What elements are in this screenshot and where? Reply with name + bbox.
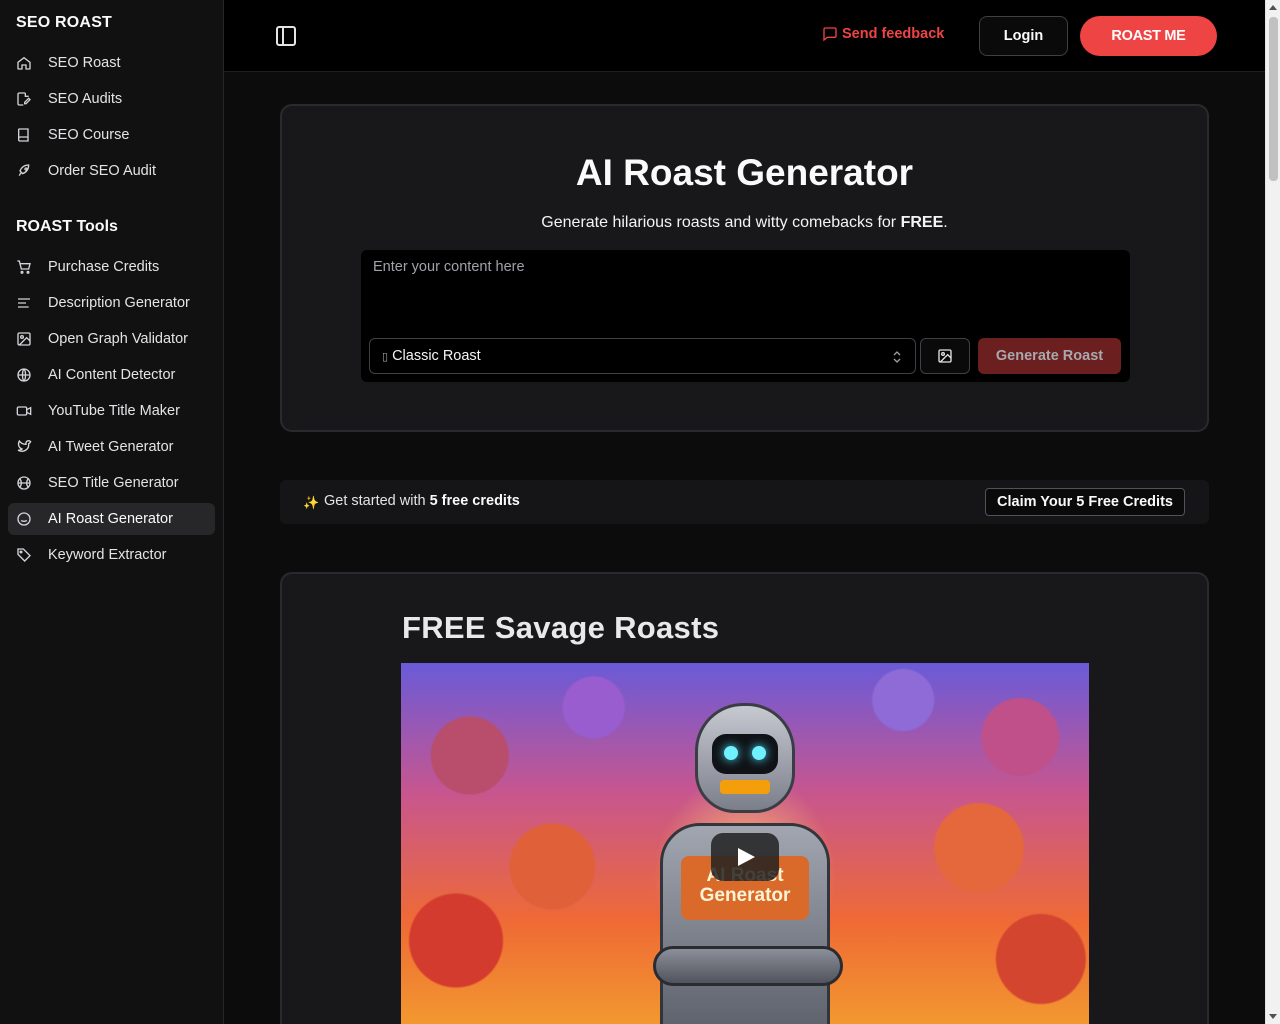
sidebar: SEO ROAST SEO Roast SEO Audits SEO Cours… <box>0 0 224 1024</box>
banner-text-bold: 5 free credits <box>429 493 520 509</box>
roast-me-button[interactable]: ROAST ME <box>1080 16 1217 56</box>
sidebar-toggle-icon[interactable] <box>274 24 298 48</box>
sidebar-item-description-generator[interactable]: Description Generator <box>8 287 215 319</box>
smile-icon <box>16 511 32 527</box>
home-icon <box>16 55 32 71</box>
sidebar-item-order-seo-audit[interactable]: Order SEO Audit <box>8 155 215 187</box>
sidebar-item-label: SEO Audits <box>48 91 123 107</box>
play-button-icon[interactable] <box>711 833 779 881</box>
send-feedback-label: Send feedback <box>842 26 945 42</box>
globe-icon <box>16 367 32 383</box>
sidebar-item-label: Purchase Credits <box>48 259 160 275</box>
roast-generator-card: AI Roast Generator Generate hilarious ro… <box>280 104 1209 432</box>
sidebar-item-label: AI Roast Generator <box>48 511 173 527</box>
robot-eye <box>752 746 766 760</box>
style-emoji-icon: ▯ <box>382 350 389 363</box>
subtitle-text: Generate hilarious roasts and witty come… <box>541 214 901 231</box>
sidebar-item-label: AI Content Detector <box>48 367 176 383</box>
page-scrollbar[interactable] <box>1265 0 1280 1024</box>
subtitle-bold: FREE <box>900 214 944 231</box>
section-heading: FREE Savage Roasts <box>402 610 720 645</box>
main-content: AI Roast Generator Generate hilarious ro… <box>224 72 1265 1024</box>
subtitle-suffix: . <box>943 214 948 231</box>
sidebar-item-label: Order SEO Audit <box>48 163 156 179</box>
sidebar-item-seo-title-generator[interactable]: SEO Title Generator <box>8 467 215 499</box>
section-title-roast-tools: ROAST Tools <box>16 218 118 235</box>
sidebar-item-keyword-extractor[interactable]: Keyword Extractor <box>8 539 215 571</box>
roast-style-select[interactable]: ▯ Classic Roast <box>369 338 916 374</box>
robot-head <box>695 703 795 813</box>
primary-nav: SEO Roast SEO Audits SEO Course Order SE… <box>8 47 215 191</box>
generate-roast-button[interactable]: Generate Roast <box>978 338 1121 374</box>
brand-title[interactable]: SEO ROAST <box>16 14 112 32</box>
book-icon <box>16 127 32 143</box>
send-feedback-link[interactable]: Send feedback <box>822 26 944 42</box>
sidebar-item-label: SEO Course <box>48 127 130 143</box>
scroll-down-icon[interactable] <box>1269 1014 1277 1019</box>
sidebar-item-label: AI Tweet Generator <box>48 439 174 455</box>
robot-visor <box>712 734 778 774</box>
cart-icon <box>16 259 32 275</box>
sidebar-item-ai-roast-generator[interactable]: AI Roast Generator <box>8 503 215 535</box>
sidebar-item-label: SEO Title Generator <box>48 475 179 491</box>
thumbnail-text-line2: Generator <box>699 885 791 906</box>
banner-text: Get started with 5 free credits <box>324 493 520 509</box>
top-header: Send feedback Login ROAST ME <box>224 0 1265 72</box>
sidebar-item-youtube-title-maker[interactable]: YouTube Title Maker <box>8 395 215 427</box>
tools-nav: Purchase Credits Description Generator O… <box>8 251 215 575</box>
sidebar-item-open-graph-validator[interactable]: Open Graph Validator <box>8 323 215 355</box>
video-icon <box>16 403 32 419</box>
roast-composer: ▯ Classic Roast Generate Roast <box>361 250 1130 382</box>
sidebar-item-seo-audits[interactable]: SEO Audits <box>8 83 215 115</box>
basketball-icon <box>16 475 32 491</box>
chevron-up-down-icon <box>893 351 901 363</box>
audit-icon <box>16 91 32 107</box>
banner-text-prefix: Get started with <box>324 493 430 509</box>
sidebar-item-seo-course[interactable]: SEO Course <box>8 119 215 151</box>
sidebar-item-ai-content-detector[interactable]: AI Content Detector <box>8 359 215 391</box>
robot-eye <box>724 746 738 760</box>
image-icon <box>938 349 952 363</box>
sparkle-icon: ✨ <box>303 495 320 510</box>
sidebar-item-ai-tweet-generator[interactable]: AI Tweet Generator <box>8 431 215 463</box>
video-section: FREE Savage Roasts AI Roast Generator <box>280 572 1209 1024</box>
text-lines-icon <box>16 295 32 311</box>
sidebar-item-seo-roast[interactable]: SEO Roast <box>8 47 215 79</box>
roast-style-value: Classic Roast <box>392 348 481 364</box>
claim-credits-button[interactable]: Claim Your 5 Free Credits <box>985 488 1185 516</box>
upload-image-button[interactable] <box>920 338 970 374</box>
robot-mouth <box>720 780 770 794</box>
login-button[interactable]: Login <box>979 16 1068 56</box>
sidebar-item-label: YouTube Title Maker <box>48 403 180 419</box>
sidebar-item-label: Keyword Extractor <box>48 547 167 563</box>
message-icon <box>823 27 837 42</box>
sidebar-item-label: Description Generator <box>48 295 190 311</box>
page-subtitle: Generate hilarious roasts and witty come… <box>282 214 1207 232</box>
sidebar-item-purchase-credits[interactable]: Purchase Credits <box>8 251 215 283</box>
page-title: AI Roast Generator <box>575 152 914 193</box>
scroll-up-icon[interactable] <box>1269 5 1277 10</box>
scrollbar-thumb[interactable] <box>1269 17 1278 181</box>
robot-arms <box>653 946 843 986</box>
content-input[interactable] <box>361 250 1130 330</box>
video-thumbnail[interactable]: AI Roast Generator <box>401 663 1089 1024</box>
sidebar-item-label: Open Graph Validator <box>48 331 188 347</box>
image-icon <box>16 331 32 347</box>
free-credits-banner: ✨ Get started with 5 free credits Claim … <box>280 480 1209 524</box>
twitter-icon <box>16 439 32 455</box>
sidebar-item-label: SEO Roast <box>48 55 121 71</box>
tag-icon <box>16 547 32 563</box>
rocket-icon <box>16 163 32 179</box>
